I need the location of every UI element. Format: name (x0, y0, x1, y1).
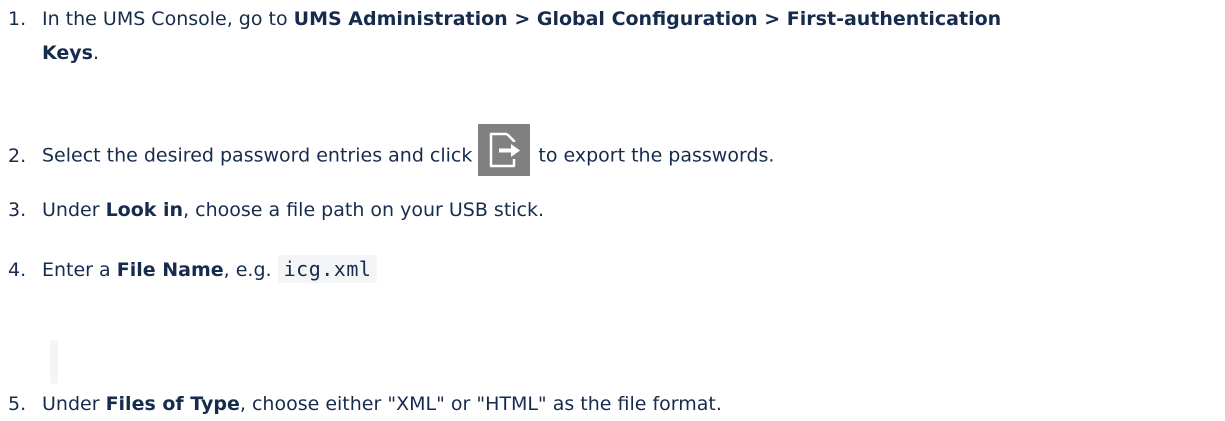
step-text: Under (42, 393, 100, 415)
step-3: 3. Under Look in, choose a file path on y… (8, 195, 544, 225)
step-text: , choose either "XML" or "HTML" as the f… (239, 393, 722, 415)
step-4: 4. Enter a File Name, e.g. icg.xml (8, 254, 378, 285)
step-text: Select the desired password entries and … (42, 144, 473, 167)
menu-path-continued: Keys (42, 42, 93, 64)
step-text-end: . (92, 42, 100, 64)
step-text: , e.g. (223, 259, 272, 281)
step-text: Enter a (42, 259, 111, 281)
field-name: Files of Type (105, 393, 240, 415)
step-1-continuation: Keys. (42, 38, 99, 68)
step-number: 1. (8, 8, 27, 30)
menu-path: UMS Administration > Global Configuratio… (293, 8, 1002, 30)
step-text: to export the passwords. (538, 144, 775, 167)
code-filename: icg.xml (277, 255, 378, 283)
step-2: 2. Select the desired password entries an… (8, 124, 775, 182)
export-icon (478, 124, 531, 176)
step-1: 1. In the UMS Console, go to UMS Administ… (8, 4, 1001, 34)
field-name: Look in (105, 199, 184, 221)
step-number: 4. (8, 259, 27, 281)
step-5: 5. Under Files of Type, choose either "XM… (8, 389, 722, 419)
field-name: File Name (116, 259, 224, 281)
step-number: 5. (8, 393, 27, 415)
step-text: In the UMS Console, go to (42, 8, 288, 30)
step-text: , choose a file path on your USB stick. (183, 199, 545, 221)
step-number: 2. (8, 144, 27, 167)
instruction-list: 1. In the UMS Console, go to UMS Administ… (0, 0, 1225, 421)
code-block-remnant (50, 340, 58, 384)
step-text: Under (42, 199, 100, 221)
step-number: 3. (8, 199, 27, 221)
